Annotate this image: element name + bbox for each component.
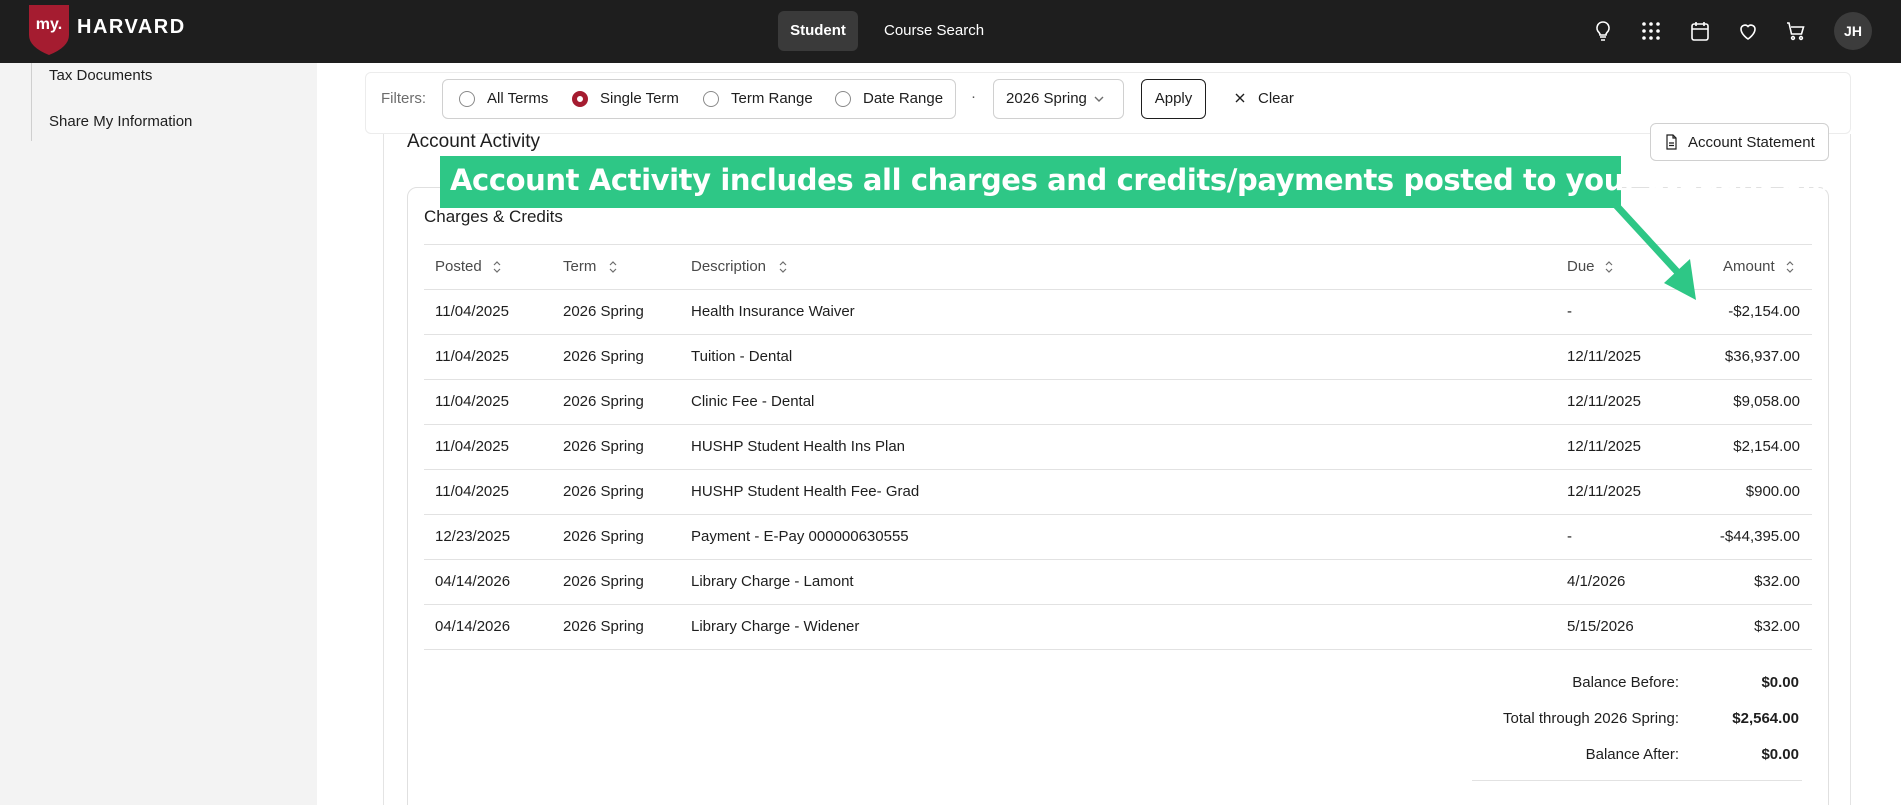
balance-before-value: $0.00 (1761, 674, 1799, 691)
cell-due: - (1567, 528, 1572, 545)
cart-icon[interactable] (1784, 19, 1808, 43)
nav-student[interactable]: Student (778, 11, 858, 51)
cell-description: HUSHP Student Health Ins Plan (691, 438, 906, 455)
cell-term: 2026 Spring (563, 528, 644, 545)
cell-term: 2026 Spring (563, 393, 644, 410)
sidebar-item-share-my-information[interactable]: Share My Information (49, 113, 192, 130)
cell-amount: $32.00 (1754, 573, 1800, 590)
calendar-icon[interactable] (1688, 19, 1712, 43)
account-activity-title: Account Activity (407, 131, 541, 152)
cell-amount: $9,058.00 (1733, 393, 1800, 410)
cell-posted: 12/23/2025 (435, 528, 511, 545)
cell-description: Clinic Fee - Dental (691, 393, 815, 410)
filter-separator: · (971, 88, 976, 105)
cell-amount: -$44,395.00 (1719, 528, 1800, 545)
radio-label-all-terms[interactable]: All Terms (487, 90, 548, 107)
sort-icon[interactable] (492, 260, 502, 274)
cell-posted: 11/04/2025 (435, 483, 509, 500)
sidebar (0, 63, 317, 805)
cell-description: Payment - E-Pay 000000630555 (691, 528, 909, 545)
total-through-term-value: $2,564.00 (1732, 710, 1799, 727)
chevron-down-icon[interactable] (1093, 93, 1105, 105)
cell-term: 2026 Spring (563, 438, 644, 455)
sort-icon[interactable] (778, 260, 788, 274)
cell-amount: $2,154.00 (1733, 438, 1800, 455)
sidebar-item-tax-documents[interactable]: Tax Documents (49, 67, 152, 84)
logo-wordmark[interactable]: HARVARD (77, 16, 186, 39)
balance-after-value: $0.00 (1761, 746, 1799, 763)
logo-prefix: my. (36, 16, 62, 33)
column-header-posted[interactable]: Posted (435, 258, 482, 275)
user-avatar[interactable]: JH (1834, 12, 1872, 50)
top-navigation-bar: my. HARVARD Student Course Search JH (0, 0, 1901, 63)
radio-label-date-range[interactable]: Date Range (863, 90, 943, 107)
cell-description: Library Charge - Widener (691, 618, 860, 635)
apply-button[interactable]: Apply (1141, 79, 1206, 119)
cell-due: 12/11/2025 (1567, 393, 1641, 410)
radio-all-terms[interactable] (459, 91, 475, 107)
radio-label-term-range[interactable]: Term Range (731, 90, 813, 107)
filters-label: Filters: (381, 90, 426, 107)
term-select-value[interactable]: 2026 Spring (1006, 90, 1087, 107)
column-header-amount[interactable]: Amount (1723, 258, 1775, 275)
heart-icon[interactable] (1736, 19, 1760, 43)
cell-due: 12/11/2025 (1567, 348, 1641, 365)
cell-term: 2026 Spring (563, 573, 644, 590)
cell-due: 12/11/2025 (1567, 438, 1641, 455)
cell-due: 4/1/2026 (1567, 573, 1626, 590)
column-header-description[interactable]: Description (691, 258, 766, 275)
cell-amount: $900.00 (1745, 483, 1800, 500)
cell-posted: 11/04/2025 (435, 393, 509, 410)
sort-icon[interactable] (608, 260, 618, 274)
harvard-shield-logo[interactable]: my. (29, 5, 69, 55)
cell-description: Tuition - Dental (691, 348, 793, 365)
annotation-callout-text: Account Activity includes all charges an… (450, 163, 1841, 197)
column-header-term[interactable]: Term (563, 258, 596, 275)
cell-term: 2026 Spring (563, 303, 644, 320)
balance-before-label: Balance Before: (1572, 674, 1679, 691)
account-statement-label[interactable]: Account Statement (1688, 134, 1815, 151)
cell-due: 5/15/2026 (1567, 618, 1634, 635)
balance-after-label: Balance After: (1585, 746, 1679, 763)
cell-posted: 04/14/2026 (435, 573, 511, 590)
nav-course-search[interactable]: Course Search (870, 11, 998, 51)
annotation-arrow-icon (1611, 200, 1696, 300)
total-through-term-label: Total through 2026 Spring: (1503, 710, 1679, 727)
apps-grid-icon[interactable] (1639, 19, 1663, 43)
sidebar-divider (31, 63, 32, 141)
totals-divider (1472, 780, 1802, 781)
radio-label-single-term[interactable]: Single Term (600, 90, 679, 107)
cell-term: 2026 Spring (563, 618, 644, 635)
cell-amount: $36,937.00 (1724, 348, 1800, 365)
sort-icon[interactable] (1785, 260, 1795, 274)
cell-posted: 11/04/2025 (435, 438, 509, 455)
cell-term: 2026 Spring (563, 348, 644, 365)
cell-description: HUSHP Student Health Fee- Grad (691, 483, 920, 500)
column-header-due[interactable]: Due (1567, 258, 1595, 275)
radio-date-range[interactable] (835, 91, 851, 107)
cell-amount: -$2,154.00 (1728, 303, 1800, 320)
clear-button[interactable]: Clear (1258, 90, 1294, 107)
lightbulb-icon[interactable] (1591, 19, 1615, 43)
charges-credits-title: Charges & Credits (424, 207, 563, 226)
cell-amount: $32.00 (1754, 618, 1800, 635)
cell-due: 12/11/2025 (1567, 483, 1641, 500)
cell-posted: 11/04/2025 (435, 348, 509, 365)
cell-due: - (1567, 303, 1572, 320)
cell-term: 2026 Spring (563, 483, 644, 500)
cell-description: Health Insurance Waiver (691, 303, 855, 320)
cell-posted: 04/14/2026 (435, 618, 511, 635)
radio-term-range[interactable] (703, 91, 719, 107)
cell-posted: 11/04/2025 (435, 303, 509, 320)
radio-single-term[interactable] (572, 91, 588, 107)
document-icon[interactable] (1663, 134, 1679, 150)
close-icon[interactable] (1234, 92, 1246, 104)
cell-description: Library Charge - Lamont (691, 573, 854, 590)
